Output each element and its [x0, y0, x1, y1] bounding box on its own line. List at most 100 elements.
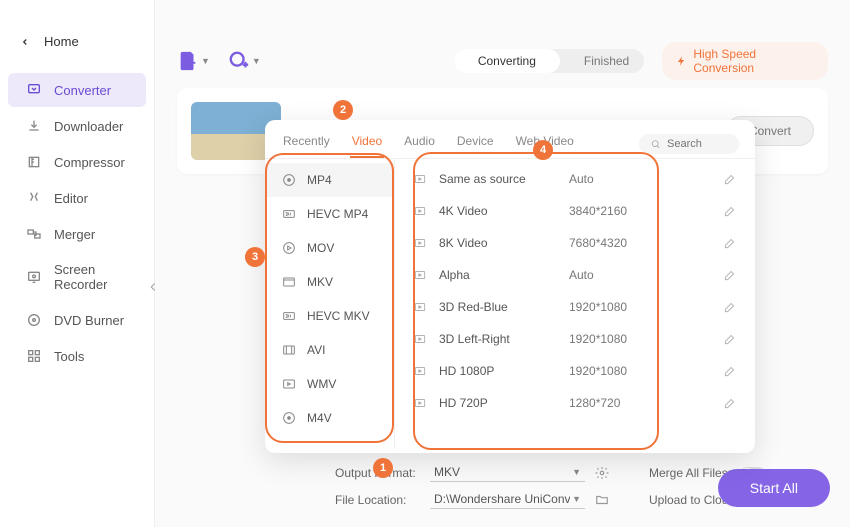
format-icon [281, 410, 297, 426]
format-item[interactable]: MKV [265, 265, 394, 299]
format-label: MOV [307, 241, 334, 255]
format-label: WMV [307, 377, 336, 391]
converter-icon [26, 82, 42, 98]
resolution-label: HD 1080P [439, 364, 569, 378]
resolution-label: 4K Video [439, 204, 569, 218]
format-item[interactable]: WMV [265, 367, 394, 401]
start-all-button[interactable]: Start All [718, 469, 830, 507]
badge-4: 4 [533, 140, 553, 160]
sidebar-item-screenrecorder[interactable]: Screen Recorder [8, 253, 146, 301]
play-icon [413, 332, 427, 346]
resolution-label: Same as source [439, 172, 569, 186]
settings-icon[interactable] [595, 466, 609, 480]
format-icon [281, 206, 297, 222]
format-panel: Recently Video Audio Device Web Video MP… [265, 120, 755, 453]
resolution-item[interactable]: 8K Video 7680*4320 [395, 227, 755, 259]
panel-tab-video[interactable]: Video [350, 130, 384, 158]
sidebar-item-converter[interactable]: Converter [8, 73, 146, 107]
sidebar-item-label: Editor [54, 191, 88, 206]
resolution-value: Auto [569, 268, 669, 282]
back-icon[interactable] [20, 37, 30, 47]
format-item[interactable]: M4V [265, 401, 394, 435]
add-file-button[interactable]: ▼ [177, 50, 210, 72]
edit-icon[interactable] [723, 236, 737, 250]
panel-tab-device[interactable]: Device [455, 130, 496, 158]
sidebar-item-dvdburner[interactable]: DVD Burner [8, 303, 146, 337]
resolution-item[interactable]: 3D Red-Blue 1920*1080 [395, 291, 755, 323]
format-icon [281, 308, 297, 324]
resolution-item[interactable]: HD 1080P 1920*1080 [395, 355, 755, 387]
badge-3: 3 [245, 247, 265, 267]
edit-icon[interactable] [723, 268, 737, 282]
search-box[interactable] [639, 134, 739, 154]
resolution-item[interactable]: 4K Video 3840*2160 [395, 195, 755, 227]
format-label: MKV [307, 275, 333, 289]
resolution-label: 3D Left-Right [439, 332, 569, 346]
format-icon [281, 172, 297, 188]
edit-icon[interactable] [723, 396, 737, 410]
format-label: HEVC MKV [307, 309, 370, 323]
resolution-value: 3840*2160 [569, 204, 669, 218]
resolution-value: 1280*720 [569, 396, 669, 410]
play-icon [413, 204, 427, 218]
resolution-item[interactable]: 3D Left-Right 1920*1080 [395, 323, 755, 355]
add-url-icon [228, 50, 250, 72]
chevron-down-icon: ▼ [572, 494, 581, 504]
chevron-down-icon: ▼ [201, 56, 210, 66]
home-label[interactable]: Home [44, 34, 79, 49]
chevron-down-icon: ▼ [572, 467, 581, 477]
format-item[interactable]: HEVC MP4 [265, 197, 394, 231]
badge-1: 1 [373, 458, 393, 478]
format-label: MP4 [307, 173, 332, 187]
resolution-label: HD 720P [439, 396, 569, 410]
edit-icon[interactable] [723, 300, 737, 314]
high-speed-conversion-button[interactable]: High Speed Conversion [662, 42, 828, 80]
format-item[interactable]: AVI [265, 333, 394, 367]
resolution-item[interactable]: Same as source Auto [395, 163, 755, 195]
search-icon [651, 139, 661, 150]
resolution-label: 8K Video [439, 236, 569, 250]
resolution-value: 1920*1080 [569, 300, 669, 314]
play-icon [413, 396, 427, 410]
format-icon [281, 274, 297, 290]
edit-icon[interactable] [723, 332, 737, 346]
format-icon [281, 376, 297, 392]
edit-icon[interactable] [723, 172, 737, 186]
sidebar-item-label: Screen Recorder [54, 262, 128, 292]
search-input[interactable] [667, 138, 727, 150]
file-location-select[interactable]: D:\Wondershare UniConverter 1 ▼ [430, 490, 585, 509]
sidebar-item-compressor[interactable]: Compressor [8, 145, 146, 179]
sidebar-item-label: DVD Burner [54, 313, 124, 328]
format-label: HEVC MP4 [307, 207, 368, 221]
sidebar-item-editor[interactable]: Editor [8, 181, 146, 215]
panel-tab-audio[interactable]: Audio [402, 130, 437, 158]
format-item[interactable]: MOV [265, 231, 394, 265]
screenrecorder-icon [26, 269, 42, 285]
format-icon [281, 342, 297, 358]
format-label: AVI [307, 343, 325, 357]
format-item[interactable]: HEVC MKV [265, 299, 394, 333]
dvdburner-icon [26, 312, 42, 328]
resolution-value: 1920*1080 [569, 332, 669, 346]
edit-icon[interactable] [723, 364, 737, 378]
sidebar-item-tools[interactable]: Tools [8, 339, 146, 373]
sidebar-item-label: Merger [54, 227, 95, 242]
tab-converting[interactable]: Converting [454, 49, 560, 73]
resolution-item[interactable]: Alpha Auto [395, 259, 755, 291]
resolution-value: Auto [569, 172, 669, 186]
downloader-icon [26, 118, 42, 134]
sidebar-item-merger[interactable]: Merger [8, 217, 146, 251]
add-url-button[interactable]: ▼ [228, 50, 261, 72]
sidebar-item-downloader[interactable]: Downloader [8, 109, 146, 143]
panel-tab-recently[interactable]: Recently [281, 130, 332, 158]
edit-icon[interactable] [723, 204, 737, 218]
resolution-item[interactable]: HD 720P 1280*720 [395, 387, 755, 419]
format-item[interactable]: MP4 [265, 163, 394, 197]
format-label: M4V [307, 411, 332, 425]
add-file-icon [177, 50, 199, 72]
resolution-label: Alpha [439, 268, 569, 282]
output-format-select[interactable]: MKV ▼ [430, 463, 585, 482]
folder-icon[interactable] [595, 493, 609, 507]
resolution-value: 1920*1080 [569, 364, 669, 378]
tab-finished[interactable]: Finished [560, 49, 644, 73]
